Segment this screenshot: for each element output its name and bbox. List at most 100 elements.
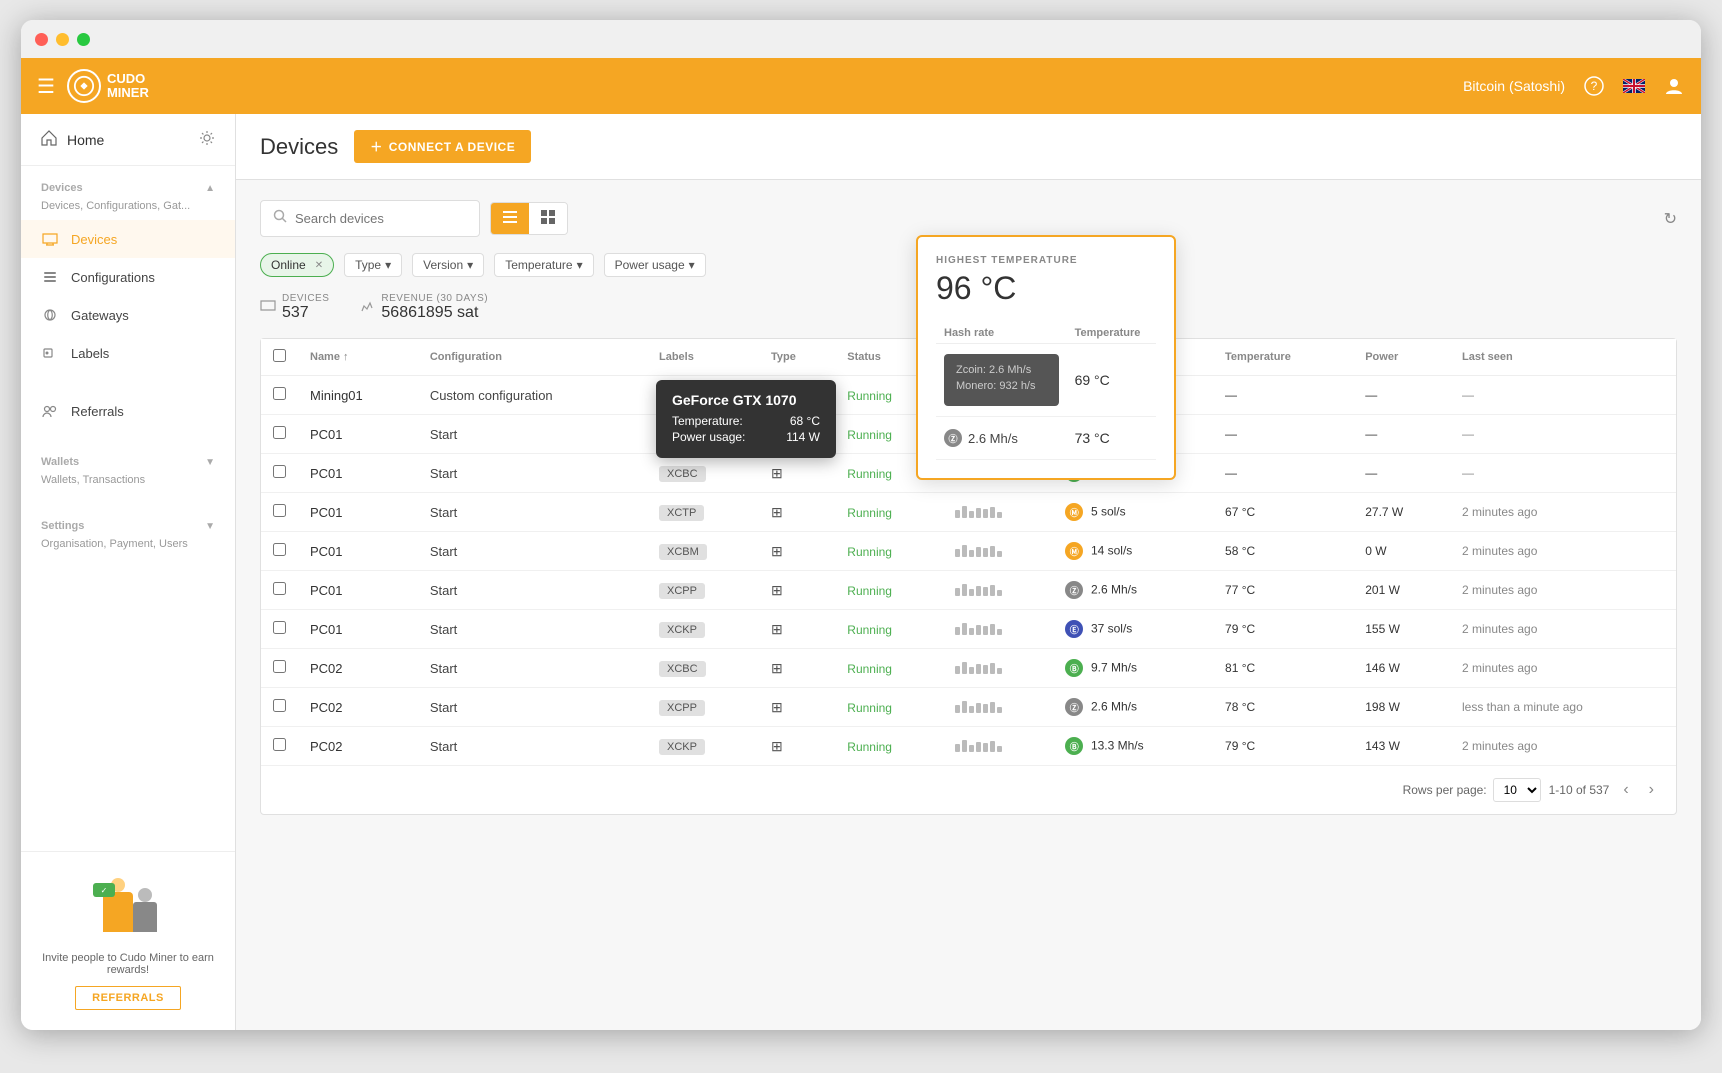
prev-page-button[interactable]: ‹ [1617, 779, 1634, 801]
select-all-header[interactable] [261, 339, 298, 376]
row-checkbox-cell[interactable] [261, 610, 298, 649]
row-checkbox[interactable] [273, 660, 286, 673]
filter-type[interactable]: Type ▾ [344, 253, 402, 277]
row-checkbox-cell[interactable] [261, 727, 298, 766]
row-checkbox-cell[interactable] [261, 415, 298, 454]
chevron-up-icon[interactable]: ▲ [205, 183, 215, 194]
filter-remove-icon[interactable]: ✕ [315, 260, 323, 271]
row-lastseen: less than a minute ago [1450, 688, 1676, 727]
list-view-button[interactable] [491, 203, 529, 234]
power-header[interactable]: Power [1353, 339, 1450, 376]
row-status: Running [835, 688, 942, 727]
row-checkbox[interactable] [273, 543, 286, 556]
row-temp: 79 °C [1213, 727, 1353, 766]
row-checkbox-cell[interactable] [261, 493, 298, 532]
lastseen-header[interactable]: Last seen [1450, 339, 1676, 376]
row-checkbox-cell[interactable] [261, 454, 298, 493]
row-checkbox-cell[interactable] [261, 571, 298, 610]
row-checkbox[interactable] [273, 582, 286, 595]
next-page-button[interactable]: › [1643, 779, 1660, 801]
close-btn[interactable] [35, 33, 48, 46]
row-checkbox[interactable] [273, 504, 286, 517]
name-header[interactable]: Name ↑ [298, 339, 418, 376]
refresh-button[interactable]: ↻ [1664, 209, 1677, 229]
table-row[interactable]: PC02 Start XCBC ⊞ Running Ⓑ 9.7 Mh/s 81 … [261, 649, 1676, 688]
filter-version[interactable]: Version ▾ [412, 253, 484, 277]
card-row1: Zcoin: 2.6 Mh/s Monero: 932 h/s 69 °C [936, 344, 1156, 417]
settings-icon[interactable] [199, 130, 215, 149]
sidebar-item-configurations[interactable]: Configurations [21, 258, 235, 296]
row-status: Running [835, 493, 942, 532]
select-all-checkbox[interactable] [273, 349, 286, 362]
type-header[interactable]: Type [759, 339, 835, 376]
chevron-settings-icon[interactable]: ▼ [205, 521, 215, 532]
language-icon[interactable] [1623, 75, 1645, 97]
search-input[interactable] [295, 211, 467, 226]
help-icon[interactable]: ? [1583, 75, 1605, 97]
row-checkbox-cell[interactable] [261, 376, 298, 415]
table-row[interactable]: PC01 Start XCBM ⊞ Running Ⓜ 14 sol/s 58 … [261, 532, 1676, 571]
tooltip-content: GeForce GTX 1070 Temperature: 68 °C Powe… [656, 380, 836, 458]
table-row[interactable]: PC01 Start XCKP ⊞ Running Ⓔ 37 sol/s 79 … [261, 610, 1676, 649]
row-checkbox[interactable] [273, 465, 286, 478]
row-checkbox[interactable] [273, 738, 286, 751]
grid-view-button[interactable] [529, 203, 567, 234]
table-row[interactable]: PC02 Start XCPP ⊞ Running Ⓩ 2.6 Mh/s 78 … [261, 688, 1676, 727]
table-row[interactable]: PC01 Start XCTP ⊞ Running Ⓜ 5 sol/s 67 °… [261, 493, 1676, 532]
os-icon: ⊞ [771, 738, 783, 754]
row-hashrate: Ⓜ 14 sol/s [1053, 532, 1213, 571]
row-checkbox-cell[interactable] [261, 649, 298, 688]
view-toggle [490, 202, 568, 235]
filter-temperature[interactable]: Temperature ▾ [494, 253, 593, 277]
user-icon[interactable] [1663, 75, 1685, 97]
row-checkbox[interactable] [273, 621, 286, 634]
referrals-button[interactable]: REFERRALS [75, 986, 181, 1010]
row-temp: — [1213, 454, 1353, 493]
row-config: Start [418, 571, 647, 610]
row-config: Start [418, 493, 647, 532]
row-lastseen: — [1450, 415, 1676, 454]
row-lastseen: 2 minutes ago [1450, 727, 1676, 766]
chevron-wallets-icon[interactable]: ▼ [205, 457, 215, 468]
row-power: 143 W [1353, 727, 1450, 766]
sidebar-item-gateways[interactable]: Gateways [21, 296, 235, 334]
row-bars [943, 493, 1054, 532]
config-header[interactable]: Configuration [418, 339, 647, 376]
nav-right: Bitcoin (Satoshi) ? [1463, 75, 1685, 97]
row-lastseen: 2 minutes ago [1450, 610, 1676, 649]
sidebar-item-devices[interactable]: Devices [21, 220, 235, 258]
row-status: Running [835, 532, 942, 571]
hamburger-icon[interactable]: ☰ [37, 74, 55, 99]
row-lastseen: 2 minutes ago [1450, 649, 1676, 688]
row-checkbox[interactable] [273, 699, 286, 712]
logo: CUDO MINER [67, 69, 149, 103]
promo-illustration: ✓ [78, 872, 178, 942]
table-row[interactable]: PC01 Start XCPP ⊞ Running Ⓩ 2.6 Mh/s 77 … [261, 571, 1676, 610]
maximize-btn[interactable] [77, 33, 90, 46]
rows-dropdown[interactable]: 10 25 50 [1493, 778, 1541, 802]
minimize-btn[interactable] [56, 33, 69, 46]
status-badge: Running [847, 662, 892, 676]
row-label: XCBC [647, 649, 759, 688]
row-checkbox[interactable] [273, 387, 286, 400]
table-row[interactable]: PC02 Start XCKP ⊞ Running Ⓑ 13.3 Mh/s 79… [261, 727, 1676, 766]
filter-power[interactable]: Power usage ▾ [604, 253, 706, 277]
os-icon: ⊞ [771, 504, 783, 520]
row-checkbox[interactable] [273, 426, 286, 439]
row-power: — [1353, 376, 1450, 415]
row-lastseen: 2 minutes ago [1450, 493, 1676, 532]
currency-label: Bitcoin (Satoshi) [1463, 78, 1565, 94]
row-bars [943, 727, 1054, 766]
row-name: PC02 [298, 649, 418, 688]
sidebar-item-labels[interactable]: Labels [21, 334, 235, 372]
labels-header[interactable]: Labels [647, 339, 759, 376]
search-box[interactable] [260, 200, 480, 237]
row-checkbox-cell[interactable] [261, 532, 298, 571]
connect-device-button[interactable]: ＋ CONNECT A DEVICE [354, 130, 531, 163]
sidebar-item-home[interactable]: Home [21, 114, 235, 166]
sidebar-section-sub-devices: Devices, Configurations, Gat... [21, 198, 235, 220]
row-checkbox-cell[interactable] [261, 688, 298, 727]
filter-online[interactable]: Online ✕ [260, 253, 334, 277]
temp-header[interactable]: Temperature [1213, 339, 1353, 376]
sidebar-item-referrals[interactable]: Referrals [21, 392, 235, 430]
